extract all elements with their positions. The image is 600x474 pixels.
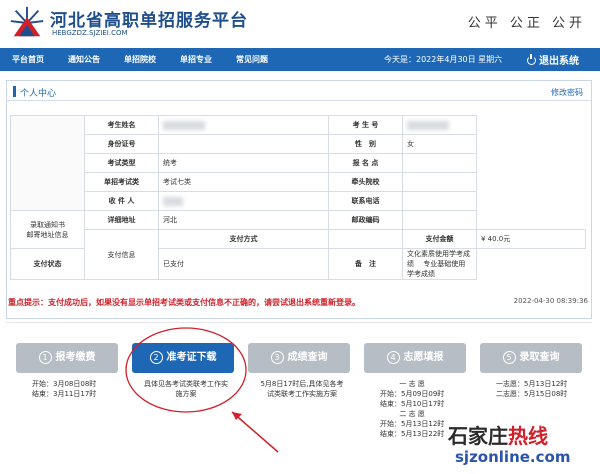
- exam-category-value: 考试七类: [158, 172, 329, 192]
- power-icon: [527, 54, 536, 65]
- step-4-first-start: 开始：5月09日09时: [380, 390, 445, 398]
- exam-category-label: 单招考试类: [84, 172, 159, 192]
- step-4-button[interactable]: 4 志愿填报: [364, 343, 466, 373]
- step-3-number: 3: [270, 351, 284, 364]
- student-info-table: 考生姓名 考 生 号 身份证号 性 别 女 考试类型 统考 报 名 点 单招考试…: [10, 115, 586, 280]
- pay-section-label: 支付信息: [84, 229, 159, 280]
- mail-section-label: 录取通知书 邮寄地址信息: [10, 210, 85, 249]
- gender-value: 女: [402, 134, 477, 154]
- address-label: 详细地址: [84, 210, 159, 230]
- site-slogan: 公平 公正 公开: [467, 16, 586, 31]
- step-1-start: 开始：3月08日08时: [32, 380, 97, 388]
- address-value: 河北: [158, 210, 329, 230]
- logout-button[interactable]: 退出系统: [527, 52, 579, 67]
- id-value: [158, 134, 329, 154]
- main-nav: 平台首页 通知公告 单招院校 单招专业 常见问题 今天是：2022年4月30日 …: [0, 48, 600, 71]
- nav-item-home[interactable]: 平台首页: [12, 54, 44, 65]
- pay-method-label: 支付方式: [158, 229, 329, 249]
- watermark-left: 石家庄: [448, 424, 508, 448]
- photo-placeholder: [10, 115, 85, 211]
- step-2-number: 2: [149, 351, 163, 364]
- step-2-desc-line-2: 施方案: [175, 390, 197, 398]
- step-4-first-choice-heading: 一 志 愿: [399, 380, 425, 388]
- step-2-label: 准考证下载: [166, 352, 217, 363]
- watermark-logo-text: 石家庄热线: [448, 420, 548, 449]
- step-4-second-end: 结束：5月13日22时: [380, 430, 445, 438]
- pay-amount-label: 支付金额: [402, 229, 477, 249]
- step-3-desc-line-2: 试类联考工作实施方案: [267, 390, 337, 398]
- site-domain: HEBGZDZ.SJZIEI.COM: [52, 29, 128, 37]
- step-5-label: 录取查询: [519, 352, 560, 363]
- step-2-desc-line-1: 具体见各考试类联考工作实: [144, 380, 228, 388]
- step-3-desc: 5月8日17时后,具体见各考 试类联考工作实施方案: [250, 379, 354, 399]
- step-1-desc: 开始：3月08日08时 结束：3月11日17时: [32, 379, 96, 399]
- nav-item-faq[interactable]: 常见问题: [236, 54, 268, 65]
- notice-timestamp: 2022-04-30 08:39:36: [513, 297, 588, 305]
- card-header-accent: [13, 86, 16, 97]
- step-4-second-start: 开始：5月13日12时: [380, 420, 445, 428]
- card-title: 个人中心: [20, 89, 57, 99]
- step-1-end: 结束：3月11日17时: [32, 390, 97, 398]
- phone-value: [402, 191, 477, 211]
- signup-point-value: [402, 153, 477, 173]
- pay-status-value: 已支付: [158, 248, 329, 280]
- step-1-number: 1: [38, 351, 52, 364]
- step-4-label: 志愿填报: [403, 352, 444, 363]
- recipient-value: [158, 191, 329, 211]
- step-3-label: 成绩查询: [287, 352, 328, 363]
- pay-method-value: [328, 229, 403, 249]
- card-header: 个人中心 修改密码: [7, 81, 591, 101]
- exam-type-value: 统考: [158, 153, 329, 173]
- name-label: 考生姓名: [84, 115, 159, 135]
- lead-school-label: 牵头院校: [328, 172, 403, 192]
- step-5-number: 5: [502, 351, 516, 364]
- phone-label: 联系电话: [328, 191, 403, 211]
- signup-point-label: 报 名 点: [328, 153, 403, 173]
- step-3-button[interactable]: 3 成绩查询: [248, 343, 350, 373]
- step-4-number: 4: [386, 351, 400, 364]
- exam-no-value: [402, 115, 477, 135]
- important-notice: 重点提示：支付成功后，如果没有显示单招考试类或支付信息不正确的，请尝试退出系统重…: [8, 298, 360, 307]
- logout-label: 退出系统: [539, 56, 579, 67]
- postcode-value: [402, 210, 477, 230]
- remark-value: 文化素质使用学考成绩 专业基础使用学考成绩: [402, 248, 477, 280]
- recipient-label: 收 件 人: [84, 191, 159, 211]
- step-4-desc: 一 志 愿 开始：5月09日09时 结束：5月10日17时 二 志 愿 开始：5…: [380, 379, 444, 439]
- remark-label: 备 注: [328, 248, 403, 280]
- site-header: 河北省高职单招服务平台 HEBGZDZ.SJZIEI.COM 公平 公正 公开: [0, 0, 600, 48]
- nav-item-majors[interactable]: 单招专业: [180, 54, 212, 65]
- step-5-second-choice: 二志愿：5月15日08时: [496, 390, 568, 398]
- step-5-desc: 一志愿：5月13日12时 二志愿：5月15日08时: [496, 379, 567, 399]
- gender-label: 性 别: [328, 134, 403, 154]
- site-title: 河北省高职单招服务平台: [50, 11, 248, 31]
- step-4-second-choice-heading: 二 志 愿: [399, 410, 425, 418]
- step-5-first-choice: 一志愿：5月13日12时: [496, 380, 568, 388]
- step-4-first-end: 结束：5月10日17时: [380, 400, 445, 408]
- watermark-right: 热线: [508, 424, 548, 448]
- watermark-url: sjzonline.com: [455, 448, 571, 466]
- platform-logo-icon: [10, 6, 44, 37]
- step-1-button[interactable]: 1 报考缴费: [16, 343, 118, 373]
- step-2-button[interactable]: 2 准考证下载: [132, 343, 234, 373]
- step-1-label: 报考缴费: [55, 352, 96, 363]
- name-value: [158, 115, 329, 135]
- nav-item-schools[interactable]: 单招院校: [124, 54, 156, 65]
- change-password-link[interactable]: 修改密码: [551, 87, 583, 98]
- postcode-label: 邮政编码: [328, 210, 403, 230]
- current-date: 今天是：2022年4月30日 星期六: [384, 55, 503, 64]
- step-3-desc-line-1: 5月8日17时后,具体见各考: [260, 380, 344, 388]
- step-5-button[interactable]: 5 录取查询: [480, 343, 582, 373]
- lead-school-value: [402, 172, 477, 192]
- pay-amount-value: ¥ 40.0元: [476, 229, 586, 249]
- exam-no-label: 考 生 号: [328, 115, 403, 135]
- pay-status-label: 支付状态: [10, 248, 85, 280]
- id-label: 身份证号: [84, 134, 159, 154]
- nav-item-notices[interactable]: 通知公告: [68, 54, 100, 65]
- step-2-desc: 具体见各考试类联考工作实 施方案: [134, 379, 238, 399]
- exam-type-label: 考试类型: [84, 153, 159, 173]
